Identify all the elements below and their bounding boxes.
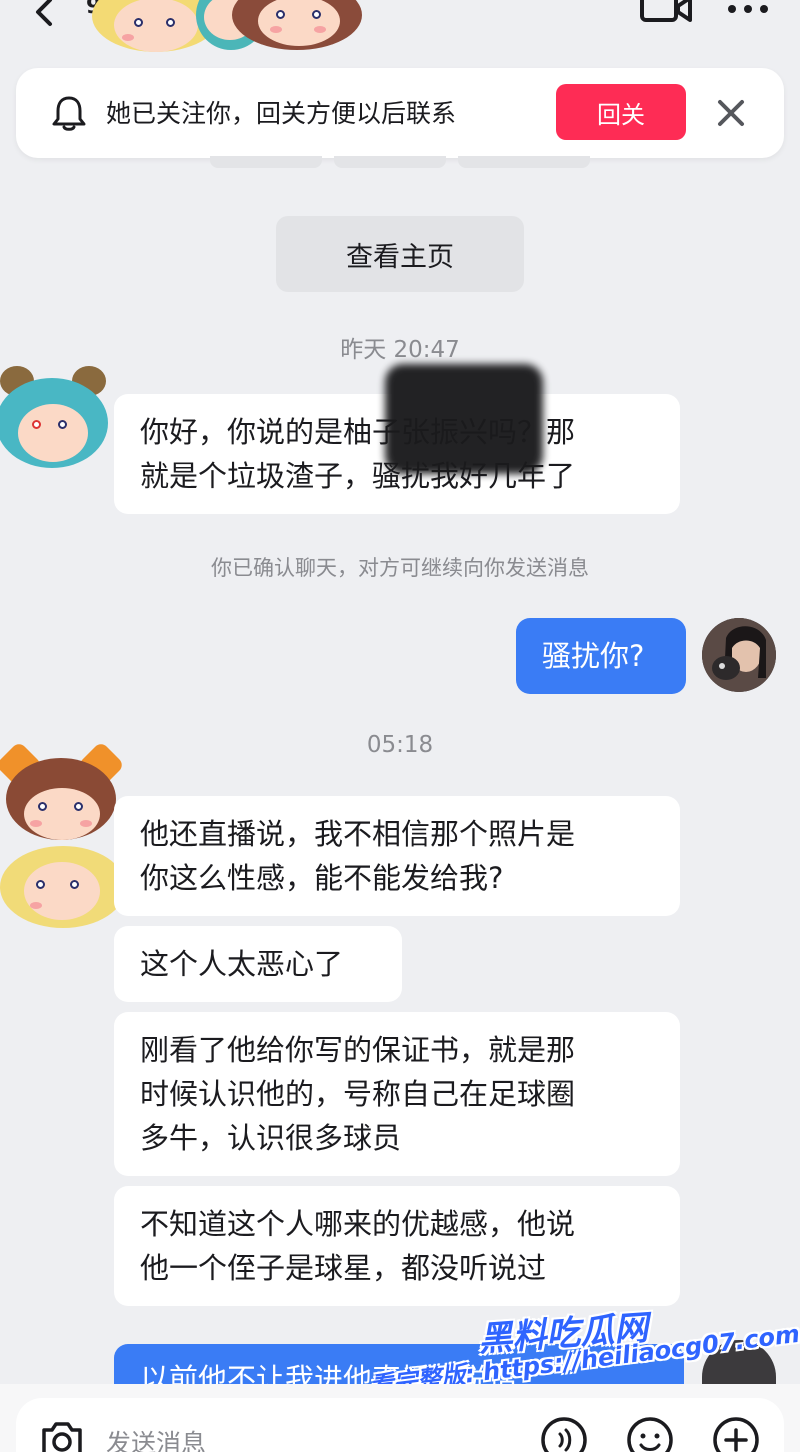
bell-icon — [52, 96, 86, 131]
incoming-message: 刚看了他给你写的保证书，就是那 时候认识他的，号称自己在足球圈 多牛，认识很多球… — [114, 1012, 680, 1176]
camera-icon[interactable] — [40, 1418, 84, 1452]
follow-banner-text: 她已关注你，回关方便以后联系 — [106, 99, 457, 128]
header-avatar-doll-brunette — [232, 0, 362, 62]
video-call-icon[interactable] — [640, 0, 692, 24]
contact-avatar-teal[interactable] — [0, 366, 108, 476]
voice-icon[interactable] — [540, 1416, 588, 1452]
plus-icon[interactable] — [712, 1416, 760, 1452]
outgoing-message: 骚扰你? — [516, 618, 686, 694]
incoming-message: 这个人太恶心了 — [114, 926, 402, 1002]
contact-avatar-blonde — [0, 846, 126, 932]
hidden-chip — [334, 156, 446, 168]
user-avatar[interactable] — [702, 618, 776, 692]
emoji-icon[interactable] — [626, 1416, 674, 1452]
back-icon[interactable] — [30, 0, 66, 30]
view-profile-button[interactable]: 查看主页 — [276, 216, 524, 292]
message-input-placeholder: 发送消息 — [106, 1429, 207, 1452]
contact-avatar-cat[interactable] — [0, 740, 126, 852]
incoming-message: 他还直播说，我不相信那个照片是 你这么性感，能不能发给我? — [114, 796, 680, 916]
close-icon[interactable] — [714, 96, 748, 130]
follow-back-button[interactable]: 回关 — [556, 84, 686, 140]
more-icon[interactable] — [726, 2, 770, 16]
system-note: 你已确认聊天，对方可继续向你发送消息 — [211, 556, 589, 580]
hidden-chip — [210, 156, 322, 168]
incoming-message: 不知道这个人哪来的优越感，他说 他一个侄子是球星，都没听说过 — [114, 1186, 680, 1306]
redaction-mark — [385, 364, 543, 474]
follow-back-banner: 她已关注你，回关方便以后联系 回关 — [16, 68, 784, 158]
user-avatar-photo — [702, 618, 776, 692]
message-timestamp: 昨天 20:47 — [340, 337, 460, 363]
hidden-chip — [458, 156, 590, 168]
